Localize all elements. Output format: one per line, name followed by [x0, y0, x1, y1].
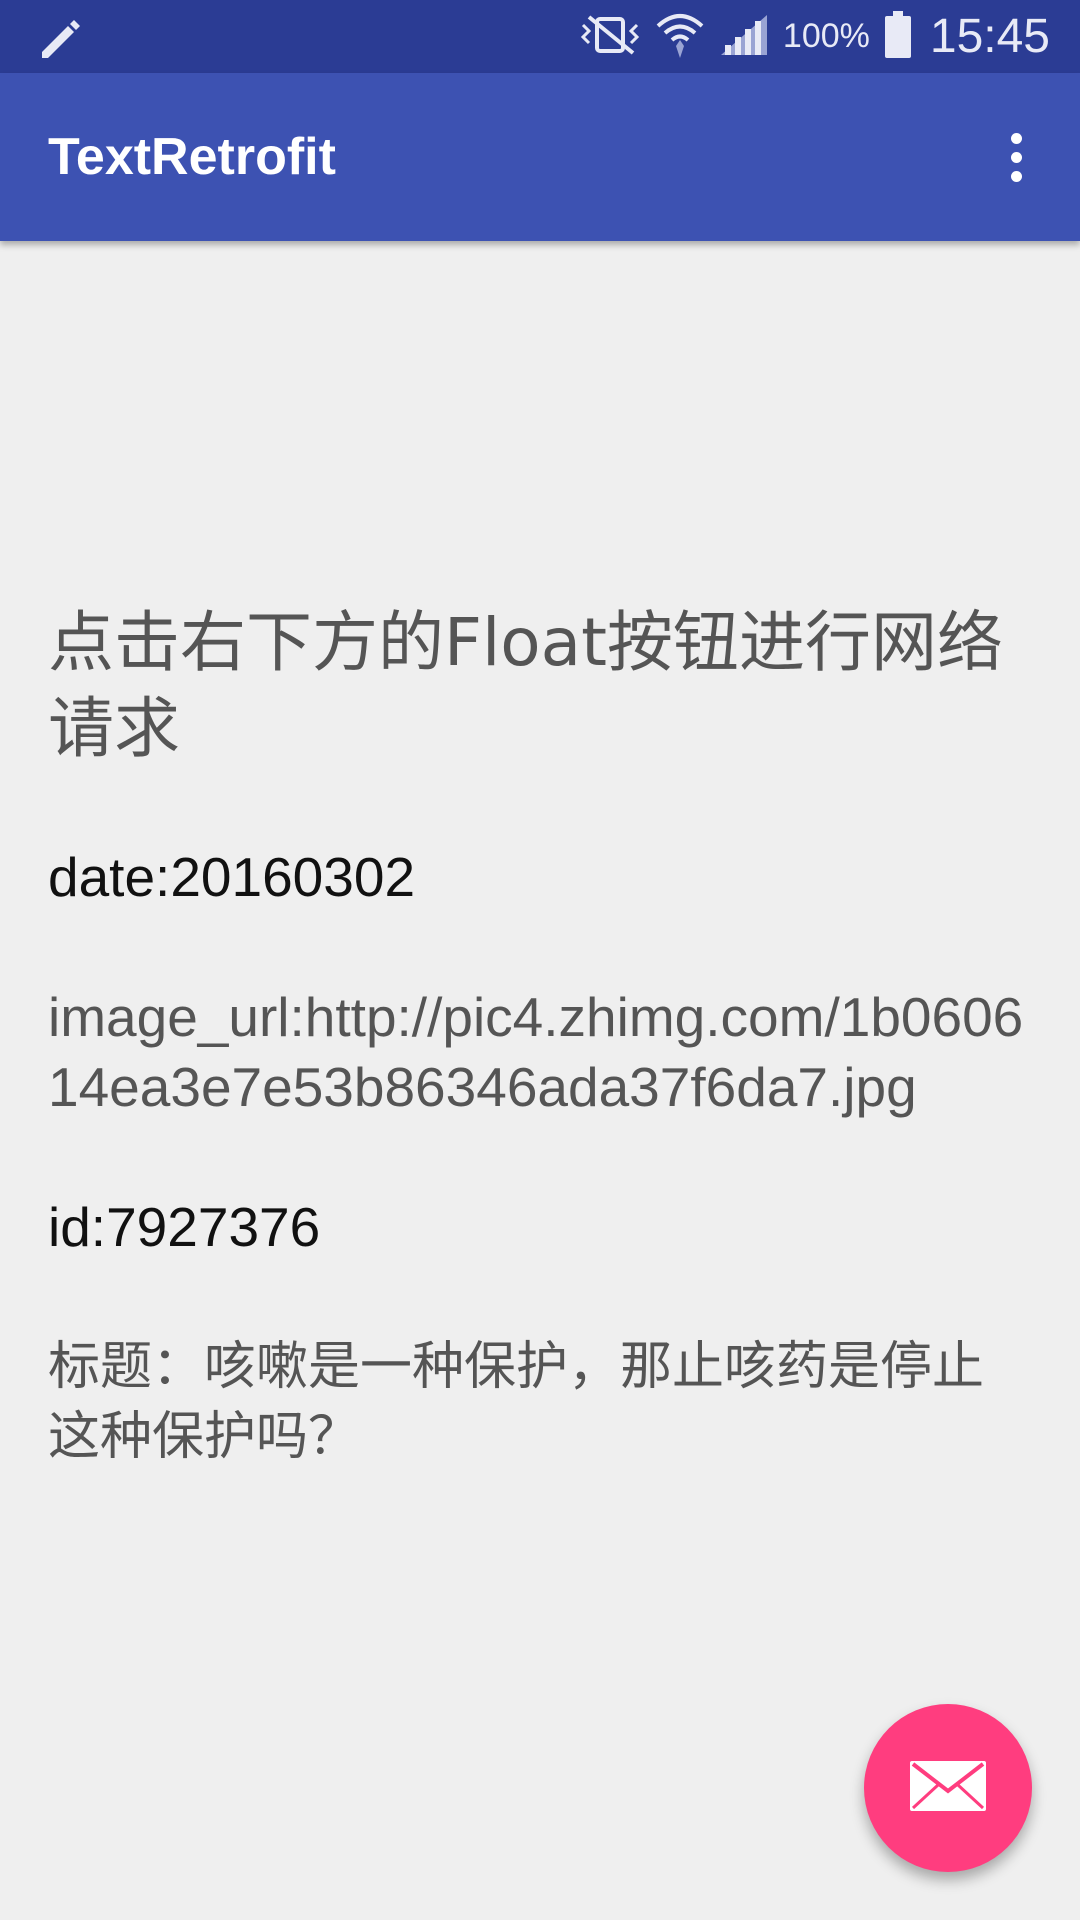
fab-send-button[interactable] [864, 1704, 1032, 1872]
image-url-text: image_url:http://pic4.zhimg.com/1b060614… [48, 986, 1024, 1118]
wifi-icon [655, 10, 705, 64]
signal-icon [719, 13, 769, 61]
status-icons: 100% 15:45 [565, 0, 1050, 73]
vibrate-icon [579, 13, 641, 61]
id-text: id:7927376 [48, 1196, 321, 1258]
edit-icon [36, 16, 84, 60]
battery-percent: 100% [782, 17, 870, 55]
app-bar: TextRetrofit [0, 73, 1080, 241]
status-time: 15:45 [929, 10, 1050, 63]
more-vert-icon[interactable] [982, 123, 1050, 191]
date-text: date:20160302 [48, 846, 416, 908]
mail-icon [910, 1761, 986, 1815]
content-area: 点击右下方的Float按钮进行网络请求 date:20160302 image_… [48, 600, 1028, 1472]
status-bar: 100% 15:45 [0, 0, 1080, 73]
hint-text: 点击右下方的Float按钮进行网络请求 [48, 604, 1004, 767]
app-title: TextRetrofit [48, 128, 336, 186]
battery-icon [884, 10, 912, 63]
title-text: 标题：咳嗽是一种保护，那止咳药是停止这种保护吗？ [48, 1337, 985, 1467]
